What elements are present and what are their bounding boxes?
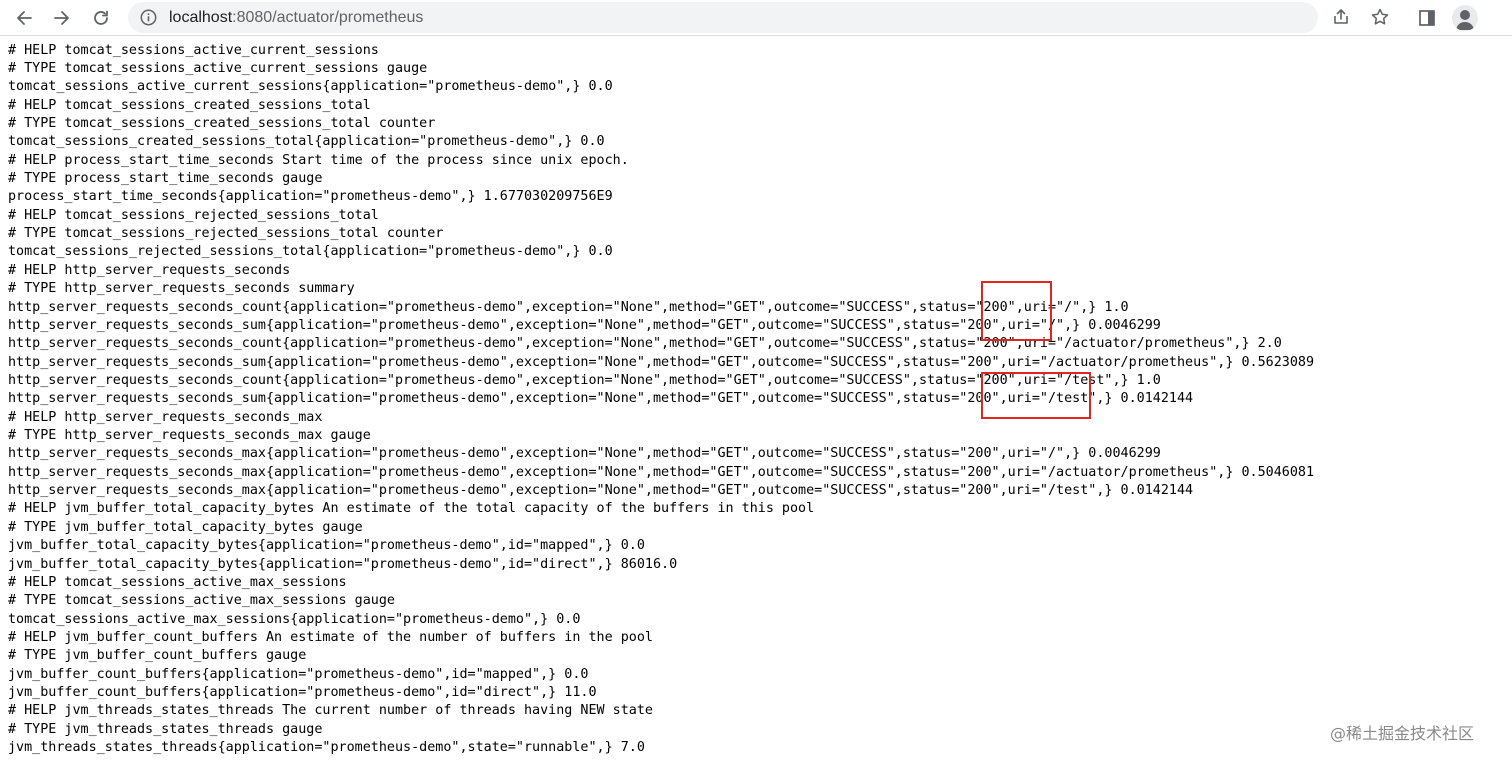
reload-icon	[94, 10, 108, 25]
metric-comment-line: # HELP jvm_threads_states_threads The cu…	[8, 703, 653, 719]
metric-sample-line: http_server_requests_seconds_max{applica…	[8, 464, 1315, 480]
back-button[interactable]	[10, 4, 38, 32]
watermark-text: @稀土掘金技术社区	[1330, 724, 1475, 743]
metric-comment-line: # TYPE tomcat_sessions_active_current_se…	[8, 60, 428, 76]
metric-comment-line: # TYPE http_server_requests_seconds summ…	[8, 281, 355, 297]
metric-sample-line: tomcat_sessions_created_sessions_total{a…	[8, 134, 605, 150]
metric-comment-line: # HELP tomcat_sessions_created_sessions_…	[8, 97, 371, 113]
metric-sample-line: jvm_threads_states_threads{application="…	[8, 740, 645, 756]
url-host: localhost	[169, 9, 233, 26]
highlight-box-uri-root	[981, 281, 1052, 341]
reload-button[interactable]	[87, 4, 115, 32]
metric-sample-line: tomcat_sessions_rejected_sessions_total{…	[8, 244, 613, 260]
back-arrow-icon	[17, 11, 32, 25]
metric-comment-line: # HELP tomcat_sessions_active_current_se…	[8, 42, 379, 58]
highlight-box-uri-test	[981, 372, 1091, 419]
metric-sample-line: jvm_buffer_count_buffers{application="pr…	[8, 666, 589, 682]
metric-sample-line: http_server_requests_seconds_sum{applica…	[8, 354, 1315, 370]
profile-avatar-icon[interactable]	[1452, 5, 1478, 31]
metric-sample-line: http_server_requests_seconds_count{appli…	[8, 372, 1161, 388]
metric-sample-line: jvm_buffer_total_capacity_bytes{applicat…	[8, 538, 645, 554]
forward-button[interactable]	[48, 4, 76, 32]
metric-sample-line: process_start_time_seconds{application="…	[8, 189, 613, 205]
metric-comment-line: # HELP tomcat_sessions_rejected_sessions…	[8, 207, 379, 223]
bookmark-star-icon	[1371, 8, 1389, 25]
info-icon[interactable]	[140, 9, 157, 26]
metric-comment-line: # TYPE tomcat_sessions_active_max_sessio…	[8, 593, 395, 609]
metric-sample-line: http_server_requests_seconds_max{applica…	[8, 483, 1194, 499]
prometheus-metrics-text: # HELP tomcat_sessions_active_current_se…	[8, 42, 1314, 758]
share-icon	[1334, 9, 1348, 24]
metric-comment-line: # TYPE jvm_buffer_count_buffers gauge	[8, 648, 307, 664]
metric-sample-line: http_server_requests_seconds_max{applica…	[8, 446, 1161, 462]
url-path: :8080/actuator/prometheus	[232, 9, 424, 26]
metric-comment-line: # HELP http_server_requests_seconds	[8, 262, 291, 278]
metric-sample-line: http_server_requests_seconds_count{appli…	[8, 336, 1282, 352]
metric-sample-line: tomcat_sessions_active_current_sessions{…	[8, 79, 613, 95]
metric-sample-line: tomcat_sessions_active_max_sessions{appl…	[8, 611, 581, 627]
browser-toolbar: localhost:8080/actuator/prometheus	[0, 0, 1512, 36]
metric-comment-line: # TYPE jvm_buffer_total_capacity_bytes g…	[8, 519, 363, 535]
metric-comment-line: # TYPE http_server_requests_seconds_max …	[8, 428, 371, 444]
metric-comment-line: # TYPE tomcat_sessions_rejected_sessions…	[8, 226, 444, 242]
share-button[interactable]	[1328, 4, 1354, 30]
address-bar[interactable]: localhost:8080/actuator/prometheus	[128, 2, 1389, 33]
metric-sample-line: http_server_requests_seconds_sum{applica…	[8, 317, 1161, 333]
metric-sample-line: http_server_requests_seconds_sum{applica…	[8, 391, 1194, 407]
side-panel-icon	[1419, 10, 1435, 26]
metric-comment-line: # TYPE tomcat_sessions_created_sessions_…	[8, 115, 436, 131]
person-icon	[1456, 10, 1474, 30]
metric-sample-line: jvm_buffer_total_capacity_bytes{applicat…	[8, 556, 678, 572]
metric-comment-line: # TYPE jvm_threads_states_threads gauge	[8, 721, 323, 737]
bookmark-button[interactable]	[1367, 4, 1393, 30]
url-text[interactable]: localhost:8080/actuator/prometheus	[169, 6, 423, 29]
metric-sample-line: http_server_requests_seconds_count{appli…	[8, 299, 1129, 315]
metric-comment-line: # TYPE process_start_time_seconds gauge	[8, 171, 323, 187]
metric-comment-line: # HELP process_start_time_seconds Start …	[8, 152, 629, 168]
metric-comment-line: # HELP jvm_buffer_count_buffers An estim…	[8, 630, 653, 645]
metric-comment-line: # HELP http_server_requests_seconds_max	[8, 409, 323, 425]
side-panel-button[interactable]	[1414, 5, 1440, 31]
forward-arrow-icon	[54, 11, 69, 25]
metric-comment-line: # HELP jvm_buffer_total_capacity_bytes A…	[8, 501, 815, 517]
metric-sample-line: jvm_buffer_count_buffers{application="pr…	[8, 685, 597, 701]
metric-comment-line: # HELP tomcat_sessions_active_max_sessio…	[8, 574, 347, 590]
